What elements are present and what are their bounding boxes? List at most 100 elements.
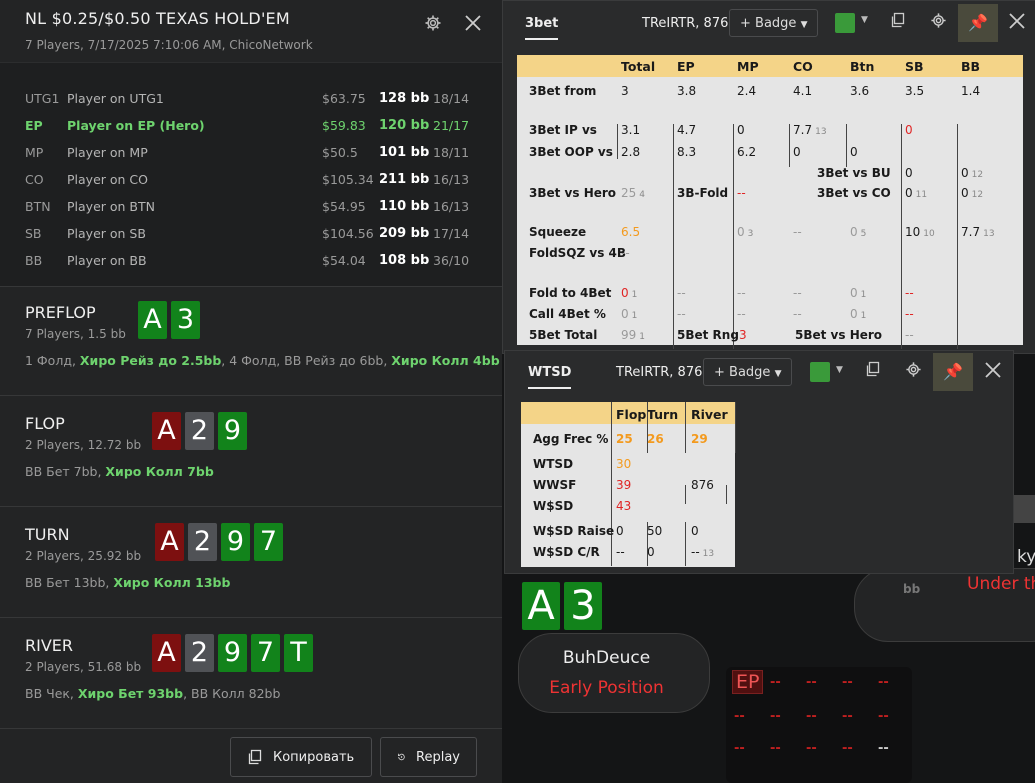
mini-stat: -- [806, 709, 817, 724]
stat-cell: -- [793, 286, 802, 300]
hero-seat[interactable]: BuhDeuce Early Position [518, 633, 710, 713]
stat-value: -- [677, 307, 686, 321]
chevron-down-icon[interactable]: ▼ [861, 15, 868, 25]
stat-value: 3Bet IP vs [529, 123, 597, 137]
copy-icon[interactable] [862, 361, 884, 383]
hud-3bet-tab[interactable]: 3bet [525, 16, 559, 40]
stat-value: FoldSQZ vs 4B [529, 246, 627, 260]
mini-stat: -- [842, 741, 853, 756]
card: A [155, 523, 184, 561]
stat-value: 26 [647, 432, 664, 446]
copy-button[interactable]: Копировать [230, 737, 372, 777]
player-row[interactable]: BTN Player on BTN $54.95 110 bb 16/13 [0, 193, 502, 220]
stats-wtsd-grid: Flop Turn River Agg Frec % 25 26 29 WTSD 30 WWSF 3… [521, 402, 736, 567]
close-icon[interactable] [982, 361, 1004, 383]
col-header: Btn [850, 59, 875, 74]
stat-value: 3 [739, 328, 747, 342]
hero-position: Early Position [549, 678, 664, 698]
player-row[interactable]: BB Player on BB $54.04 108 bb 36/10 [0, 247, 502, 274]
stat-sample: 13 [983, 229, 995, 239]
chevron-down-icon[interactable]: ▼ [836, 365, 843, 375]
close-icon[interactable] [462, 14, 484, 36]
board-cards: A3 [138, 301, 200, 339]
stat-cell: 3B-Fold [677, 186, 728, 200]
street-info: 2 Players, 51.68 bb [25, 660, 142, 674]
stat-cell: 05 [850, 225, 866, 239]
stat-cell: Fold to 4Bet [529, 286, 611, 300]
player-row[interactable]: SB Player on SB $104.56 209 bb 17/14 [0, 220, 502, 247]
stat-cell: 3.5 [905, 84, 924, 98]
pin-icon[interactable]: 📌 [958, 4, 998, 42]
mini-stat: -- [842, 675, 853, 690]
stat-cell: 7.7 13 [793, 123, 827, 137]
player-row[interactable]: CO Player on CO $105.34 211 bb 16/13 [0, 166, 502, 193]
stat-cell: 7.7 13 [961, 225, 995, 239]
stat-value: W$SD Raise [533, 524, 615, 538]
street-info: 7 Players, 1.5 bb [25, 327, 126, 341]
stat-cell: 6.2 [737, 145, 756, 159]
player-bb: 108 bb [379, 253, 430, 268]
stat-value: 99 [621, 328, 637, 342]
gear-icon[interactable] [902, 361, 924, 383]
stat-cell: W$SD Raise [533, 524, 614, 538]
stat-value: 0 [961, 166, 969, 180]
replay-label: Replay [416, 749, 460, 765]
badge-dropdown[interactable]: + Badge ▼ [703, 358, 793, 386]
badge-dropdown[interactable]: + Badge ▼ [729, 9, 819, 37]
col-header: SB [905, 59, 924, 74]
color-picker[interactable] [810, 362, 830, 382]
grid-line [726, 485, 727, 504]
mini-hud[interactable]: EP -- -- -- -- -- -- -- -- -- -- -- -- -- -- [726, 667, 912, 783]
stat-cell: 5Bet Total [529, 328, 597, 342]
stat-value: Fold to 4Bet [529, 286, 612, 300]
replay-button[interactable]: Replay [380, 737, 477, 777]
stat-cell: 3.1 [621, 123, 640, 137]
stat-cell: 3Bet IP vs [529, 123, 597, 137]
grid-line [957, 124, 958, 349]
stat-cell: 4.1 [793, 84, 812, 98]
stat-value: 0 [647, 545, 655, 559]
player-row[interactable]: MP Player on MP $50.5 101 bb 18/11 [0, 139, 502, 166]
player-row[interactable]: UTG1 Player on UTG1 $63.75 128 bb 18/14 [0, 85, 502, 112]
player-stack: $104.56 [322, 226, 374, 241]
hud-wtsd-tab[interactable]: WTSD [528, 365, 572, 389]
stat-cell: 3Bet vs CO [817, 186, 891, 200]
stat-sample: 12 [971, 170, 984, 180]
copy-icon[interactable] [887, 12, 909, 34]
player-row[interactable]: EP Player on EP (Hero) $59.83 120 bb 21/17 [0, 112, 502, 139]
stat-value: -- [621, 246, 630, 260]
street-name: TURN [25, 525, 70, 544]
stat-cell: -- [793, 225, 802, 239]
grid-line [685, 485, 686, 504]
color-picker[interactable] [835, 13, 855, 33]
gear-icon[interactable] [927, 12, 949, 34]
player-name: Player on SB [67, 226, 146, 241]
grid-line [789, 124, 790, 167]
street-info: 2 Players, 25.92 bb [25, 549, 142, 563]
action: BB Бет 13bb, [25, 575, 114, 590]
grid-line [617, 124, 618, 159]
gear-icon[interactable] [422, 14, 444, 36]
opponent-seat[interactable]: bb Under th kyM [854, 547, 1035, 642]
stat-value: -- [737, 307, 746, 321]
street-actions: 1 Фолд, Хиро Рейз до 2.5bb, 4 Фолд, BB Р… [25, 353, 500, 368]
mini-stat: -- [806, 675, 817, 690]
mini-stat: -- [878, 741, 889, 756]
player-bb: 120 bb [379, 118, 430, 133]
pin-icon[interactable]: 📌 [933, 353, 973, 391]
stat-cell: 01 [621, 286, 637, 300]
stat-value: 3.8 [677, 84, 697, 98]
player-position: CO [25, 172, 44, 187]
card: 2 [185, 412, 214, 450]
hand-subtitle: 7 Players, 7/17/2025 7:10:06 AM, ChicoNe… [25, 38, 313, 52]
stat-cell: 0 [691, 524, 699, 538]
stat-sample: 1 [631, 311, 638, 321]
stat-value: -- [793, 307, 802, 321]
board-cards: A297T [152, 634, 313, 672]
stat-cell: 25 4 [621, 186, 645, 200]
close-icon[interactable] [1006, 12, 1028, 34]
chevron-down-icon: ▼ [774, 369, 782, 379]
mini-stat: -- [878, 675, 889, 690]
stat-cell: -- [793, 307, 802, 321]
card: A [152, 412, 181, 450]
